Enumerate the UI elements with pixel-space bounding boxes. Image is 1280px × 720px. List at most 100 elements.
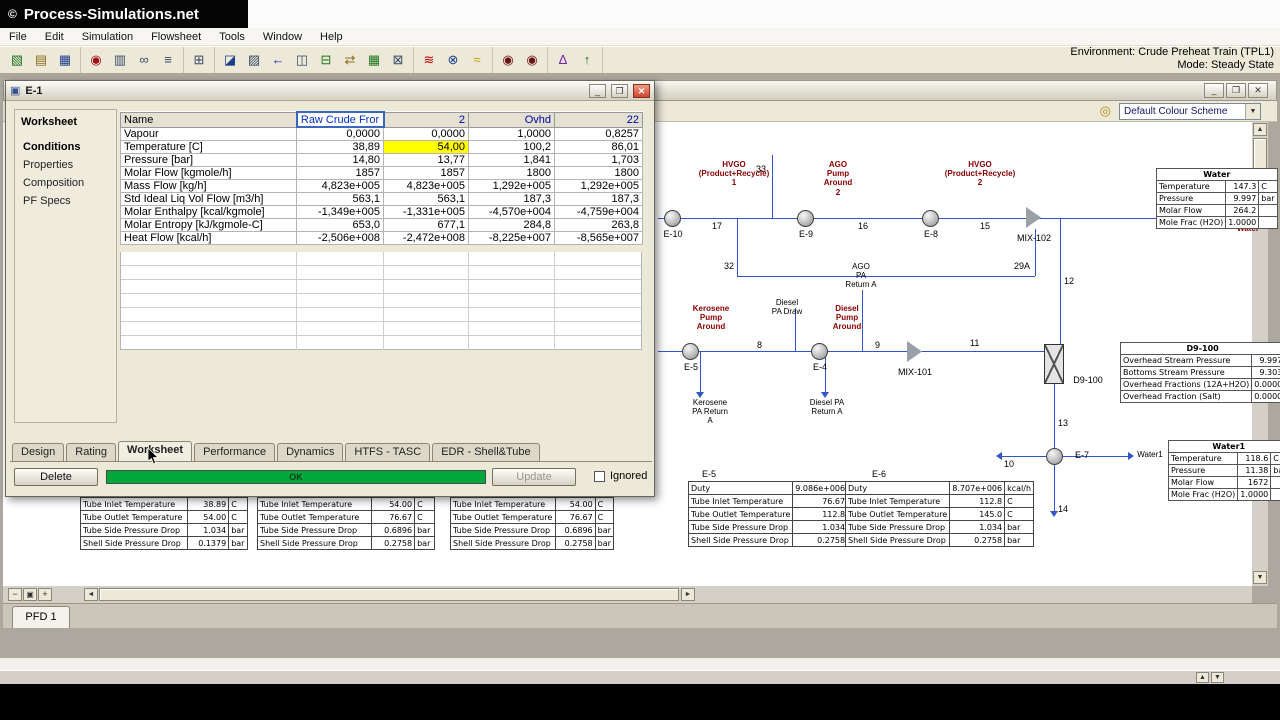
value-cell[interactable]: 14,80 (296, 153, 384, 167)
scroll-right-icon[interactable]: ► (681, 588, 695, 601)
menu-item[interactable]: Flowsheet (142, 29, 210, 45)
split-window-icon[interactable]: ◫ (291, 50, 313, 70)
open-case-icon[interactable]: ▤ (30, 50, 52, 70)
nav-item-properties[interactable]: Properties (15, 156, 116, 174)
colour-scheme-dropdown[interactable]: Default Colour Scheme ▼ (1119, 102, 1261, 120)
snapshot2-icon[interactable]: ◉ (521, 50, 543, 70)
value-cell[interactable]: 1857 (296, 166, 384, 180)
equipment-e9[interactable] (797, 210, 814, 227)
value-cell[interactable]: -1,331e+005 (383, 205, 469, 219)
horizontal-scroll-thumb[interactable] (99, 588, 679, 601)
pfd-tab[interactable]: PFD 1 (12, 606, 70, 628)
ignored-checkbox[interactable] (594, 471, 605, 482)
tab-htfs-tasc[interactable]: HTFS - TASC (345, 443, 431, 461)
column-header-ovhd[interactable]: Ovhd (468, 111, 555, 128)
scroll-down-icon[interactable]: ▼ (1253, 571, 1267, 584)
column-header-stream2[interactable]: 2 (383, 111, 469, 128)
nav-item-composition[interactable]: Composition (15, 174, 116, 192)
pfd-minimize-button[interactable]: _ (1204, 83, 1224, 98)
nav-item-pf-specs[interactable]: PF Specs (15, 192, 116, 210)
dialog-minimize-button[interactable]: _ (589, 83, 606, 98)
value-cell[interactable]: 54,00 (383, 140, 469, 154)
new-case-icon[interactable]: ▧ (6, 50, 28, 70)
value-cell[interactable]: -2,472e+008 (383, 231, 469, 245)
value-cell[interactable]: 677,1 (383, 218, 469, 232)
grid-icon[interactable]: ⊞ (188, 50, 210, 70)
value-cell[interactable]: 100,2 (468, 140, 555, 154)
solver-up-icon[interactable]: ↑ (576, 50, 598, 70)
column-header-raw-crude[interactable]: Raw Crude Fror (295, 111, 385, 128)
pfd-view-icon[interactable]: ◪ (219, 50, 241, 70)
value-cell[interactable]: 4,823e+005 (383, 179, 469, 193)
value-cell[interactable]: 0,8257 (554, 126, 643, 141)
value-cell[interactable]: 1857 (383, 166, 469, 180)
scroll-up-icon[interactable]: ▲ (1253, 123, 1267, 136)
streams-icon[interactable]: ≋ (418, 50, 440, 70)
value-cell[interactable]: 0,0000 (383, 126, 469, 141)
value-cell[interactable]: 1,0000 (468, 126, 555, 141)
value-cell[interactable]: 1,292e+005 (554, 179, 643, 193)
zoom-out-button[interactable]: − (8, 588, 22, 601)
value-cell[interactable]: 1800 (554, 166, 643, 180)
nav-item-conditions[interactable]: Conditions (15, 138, 116, 156)
dropdown-arrow-icon[interactable]: ▼ (1245, 103, 1260, 119)
value-cell[interactable]: -2,506e+008 (296, 231, 384, 245)
value-cell[interactable]: -8,565e+007 (554, 231, 643, 245)
pin-icon[interactable]: ◉ (85, 50, 107, 70)
tab-dynamics[interactable]: Dynamics (277, 443, 344, 461)
menu-item[interactable]: Simulation (73, 29, 142, 45)
dialog-titlebar[interactable]: ▣ E-1 _ ❐ ✕ (6, 81, 654, 101)
outer-scroll-up-icon[interactable]: ▲ (1196, 672, 1209, 683)
value-cell[interactable]: 1800 (468, 166, 555, 180)
reactions-icon[interactable]: Δ (552, 50, 574, 70)
update-button[interactable]: Update (492, 468, 576, 486)
value-cell[interactable]: -4,759e+004 (554, 205, 643, 219)
value-cell[interactable]: -1,349e+005 (296, 205, 384, 219)
pfd-close-button[interactable]: ✕ (1248, 83, 1268, 98)
tab-performance[interactable]: Performance (194, 443, 276, 461)
export-icon[interactable]: ⊠ (387, 50, 409, 70)
keypad-icon[interactable]: ▥ (109, 50, 131, 70)
find-icon[interactable]: ∞ (133, 50, 155, 70)
menu-item[interactable]: Tools (210, 29, 254, 45)
zoom-in-button[interactable]: + (38, 588, 52, 601)
value-cell[interactable]: 187,3 (554, 192, 643, 206)
column-header-name[interactable]: Name (120, 111, 297, 128)
utility-icon[interactable]: ≈ (466, 50, 488, 70)
value-cell[interactable]: 1,292e+005 (468, 179, 555, 193)
value-cell[interactable]: 563,1 (296, 192, 384, 206)
outer-scrollbar[interactable] (0, 670, 1280, 684)
snapshot-icon[interactable]: ◉ (497, 50, 519, 70)
workbook-icon[interactable]: ▦ (363, 50, 385, 70)
menu-item[interactable]: Window (254, 29, 311, 45)
value-cell[interactable]: 263,8 (554, 218, 643, 232)
equipment-d9100[interactable] (1044, 344, 1064, 384)
scroll-left-icon[interactable]: ◄ (84, 588, 98, 601)
equipment-e4[interactable] (811, 343, 828, 360)
value-cell[interactable]: 1,703 (554, 153, 643, 167)
connections-icon[interactable]: ⊗ (442, 50, 464, 70)
pfd-restore-button[interactable]: ❐ (1226, 83, 1246, 98)
value-cell[interactable]: -4,570e+004 (468, 205, 555, 219)
value-cell[interactable]: 653,0 (296, 218, 384, 232)
back-icon[interactable]: ← (267, 50, 289, 70)
notes-icon[interactable]: ≡ (157, 50, 179, 70)
equipment-e5[interactable] (682, 343, 699, 360)
swap-icon[interactable]: ⇄ (339, 50, 361, 70)
equipment-e10[interactable] (664, 210, 681, 227)
value-cell[interactable]: -8,225e+007 (468, 231, 555, 245)
tile-icon[interactable]: ⊟ (315, 50, 337, 70)
equipment-e7[interactable] (1046, 448, 1063, 465)
dialog-restore-button[interactable]: ❐ (611, 83, 628, 98)
value-cell[interactable]: 86,01 (554, 140, 643, 154)
value-cell[interactable]: 187,3 (468, 192, 555, 206)
value-cell[interactable]: 284,8 (468, 218, 555, 232)
tab-edr-shelltube[interactable]: EDR - Shell&Tube (432, 443, 540, 461)
delete-button[interactable]: Delete (14, 468, 98, 486)
menu-item[interactable]: File (0, 29, 36, 45)
copy-icon[interactable]: ▨ (243, 50, 265, 70)
value-cell[interactable]: 13,77 (383, 153, 469, 167)
tab-rating[interactable]: Rating (66, 443, 117, 461)
column-header-stream22[interactable]: 22 (554, 111, 643, 128)
value-cell[interactable]: 4,823e+005 (296, 179, 384, 193)
